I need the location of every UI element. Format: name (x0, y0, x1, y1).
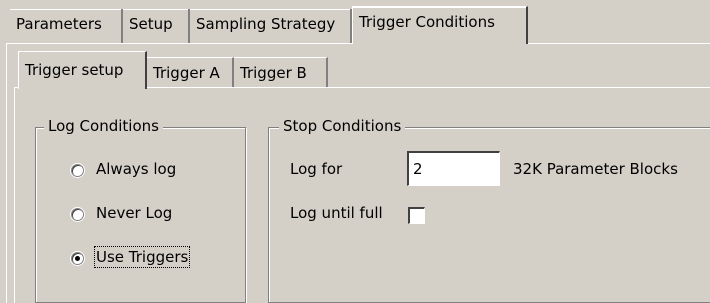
tab-label: Setup (129, 15, 173, 33)
radio-always-log[interactable] (71, 164, 84, 177)
log-for-unit: 32K Parameter Blocks (513, 160, 678, 178)
radio-use-triggers-label: Use Triggers (93, 246, 191, 268)
radio-use-triggers[interactable] (71, 252, 84, 265)
log-until-full-label: Log until full (290, 204, 383, 222)
stop-conditions-title: Stop Conditions (279, 117, 406, 135)
tab-sampling-strategy[interactable]: Sampling Strategy (190, 9, 352, 43)
tab-label: Trigger setup (25, 61, 124, 79)
tab-label: Trigger Conditions (359, 13, 495, 31)
radio-never-log[interactable] (71, 208, 84, 221)
tab-parameters[interactable]: Parameters (10, 9, 123, 43)
tab-label: Trigger B (240, 64, 307, 82)
subtab-trigger-a[interactable]: Trigger A (147, 57, 234, 87)
radio-never-log-label: Never Log (96, 204, 173, 222)
log-for-label: Log for (290, 160, 343, 178)
log-for-input[interactable] (407, 151, 500, 186)
log-until-full-checkbox[interactable] (408, 207, 425, 224)
tab-trigger-conditions[interactable]: Trigger Conditions (352, 6, 528, 44)
radio-always-log-label: Always log (96, 160, 177, 178)
radio-selected-dot (75, 256, 80, 261)
tab-label: Sampling Strategy (196, 15, 336, 33)
subtab-trigger-setup[interactable]: Trigger setup (18, 51, 147, 89)
tab-label: Parameters (16, 15, 102, 33)
tab-setup[interactable]: Setup (123, 9, 190, 43)
tab-label: Trigger A (153, 64, 220, 82)
subtab-trigger-b[interactable]: Trigger B (234, 57, 328, 87)
log-conditions-title: Log Conditions (44, 117, 163, 135)
